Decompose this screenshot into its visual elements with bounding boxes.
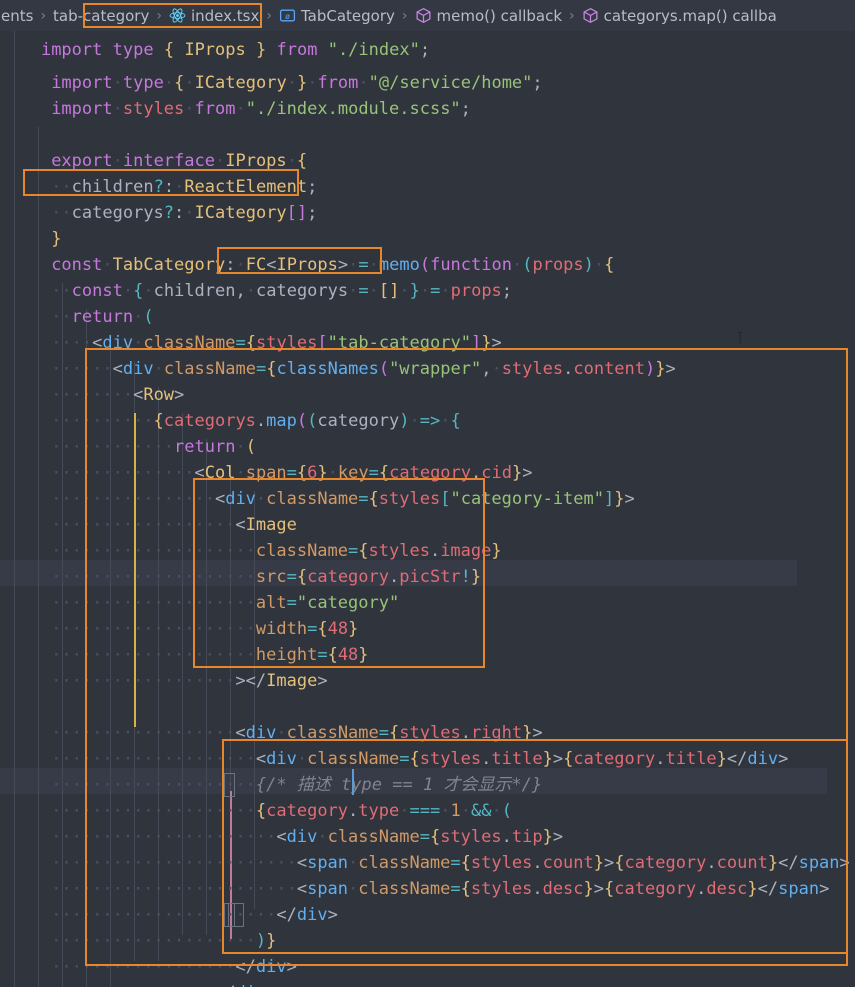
code-line-desc-span: ························<span·className=… [40, 879, 830, 899]
text-cursor [352, 769, 354, 795]
code-line: ··children?:·ReactElement; [40, 177, 318, 197]
code-line-right-div: ··················<div·className={styles… [40, 723, 543, 743]
code-line-destructure: ··const·{·children,·categorys·=·[]·}·=·p… [40, 281, 513, 301]
symbol-variable-icon: ø [279, 7, 296, 24]
code-line-title-div: ····················<div·className={styl… [40, 749, 789, 769]
code-line: export·interface·IProps·{ [40, 151, 308, 171]
code-line-partial-top: import type { IProps } from "./index"; [40, 40, 431, 60]
breadcrumb-label: memo() callback [436, 6, 563, 25]
code-line: ······················</div> [40, 905, 338, 925]
breadcrumb-item-tab-category[interactable]: tab-category [52, 7, 150, 25]
code-line: } [40, 229, 62, 249]
symbol-function-cube-icon [582, 7, 599, 24]
code-line: ············return·( [40, 437, 256, 457]
code-line-image-alt: ····················alt="category" [40, 593, 400, 613]
breadcrumb-label: index.tsx [190, 6, 260, 25]
breadcrumb-item-ents[interactable]: ents [0, 7, 34, 25]
code-line-image-classname: ····················className={styles.im… [40, 541, 502, 561]
bracket-match-box [224, 773, 235, 797]
code-line-image-width: ····················width={48} [40, 619, 359, 639]
breadcrumb-item-index-tsx[interactable]: index.tsx [168, 7, 260, 25]
breadcrumb-separator: › [40, 7, 47, 24]
breadcrumb-separator: › [401, 7, 408, 24]
mouse-text-cursor-icon: ⊺ [736, 328, 745, 347]
code-line-type-check: ····················{category.type·===·1… [40, 801, 512, 821]
breadcrumb-separator: › [569, 7, 575, 24]
code-line-close-paren-brace: ····················)} [40, 931, 277, 951]
breadcrumb-item-memo-callback[interactable]: memo() callback [414, 7, 564, 25]
breadcrumb-label: ents [1, 6, 34, 25]
code-line-col-close: ··············</Col> [0, 980, 855, 987]
code-line-categorys-prop: ··categorys?:·ICategory[]; [40, 203, 318, 223]
code-line-image-src: ····················src={category.picStr… [40, 567, 482, 587]
code-line-map: ··········{categorys.map((category)·=>·{ [40, 411, 461, 431]
bracket-match-box [228, 903, 244, 927]
code-line-comment: ····················{/* 描述 type == 1 才会显… [40, 775, 543, 795]
breadcrumb-separator: › [266, 7, 272, 24]
code-line: const·TabCategory:·FC<IProps>·=·memo(fun… [40, 255, 615, 275]
code-line-tip-div: ······················<div·className={st… [40, 827, 564, 847]
code-line: import·type·{·ICategory·}·from·"@/servic… [40, 73, 543, 93]
code-line: import·styles·from·"./index.module.scss"… [40, 99, 471, 119]
code-line-row-open: ········<Row> [40, 385, 185, 405]
symbol-function-cube-icon [415, 7, 432, 24]
breadcrumb-label: TabCategory [300, 6, 395, 25]
code-line: ················<div·className={styles["… [40, 489, 635, 509]
code-line-image-height: ····················height={48} [40, 645, 369, 665]
code-line-image-close: ··················></Image> [40, 671, 328, 691]
breadcrumb-item-categorys-map-callback[interactable]: categorys.map() callba [581, 7, 778, 25]
code-line: ··················</div> [40, 957, 297, 977]
code-line-image-open: ··················<Image [40, 515, 297, 535]
svg-text:ø: ø [285, 12, 290, 21]
code-line: ······<div·className={classNames("wrappe… [40, 359, 676, 379]
code-line: ··return·( [40, 307, 154, 327]
breadcrumb-item-tabcategory[interactable]: ø TabCategory [278, 7, 396, 25]
breadcrumb-label: categorys.map() callba [603, 6, 777, 25]
code-editor[interactable]: import type { IProps } from "./index"; i… [0, 31, 855, 987]
breadcrumb-separator: › [156, 7, 162, 24]
code-line-col-open: ··············<Col·span={6}·key={categor… [40, 463, 533, 483]
code-line: ····<div·className={styles["tab-category… [40, 333, 502, 353]
code-line: ················</div> [0, 954, 855, 987]
react-icon [169, 7, 186, 24]
breadcrumb-label: tab-category [53, 6, 150, 25]
code-line-count-span: ························<span·className=… [40, 853, 850, 873]
breadcrumb[interactable]: ents › tab-category › index.tsx › ø TabC… [0, 0, 855, 31]
